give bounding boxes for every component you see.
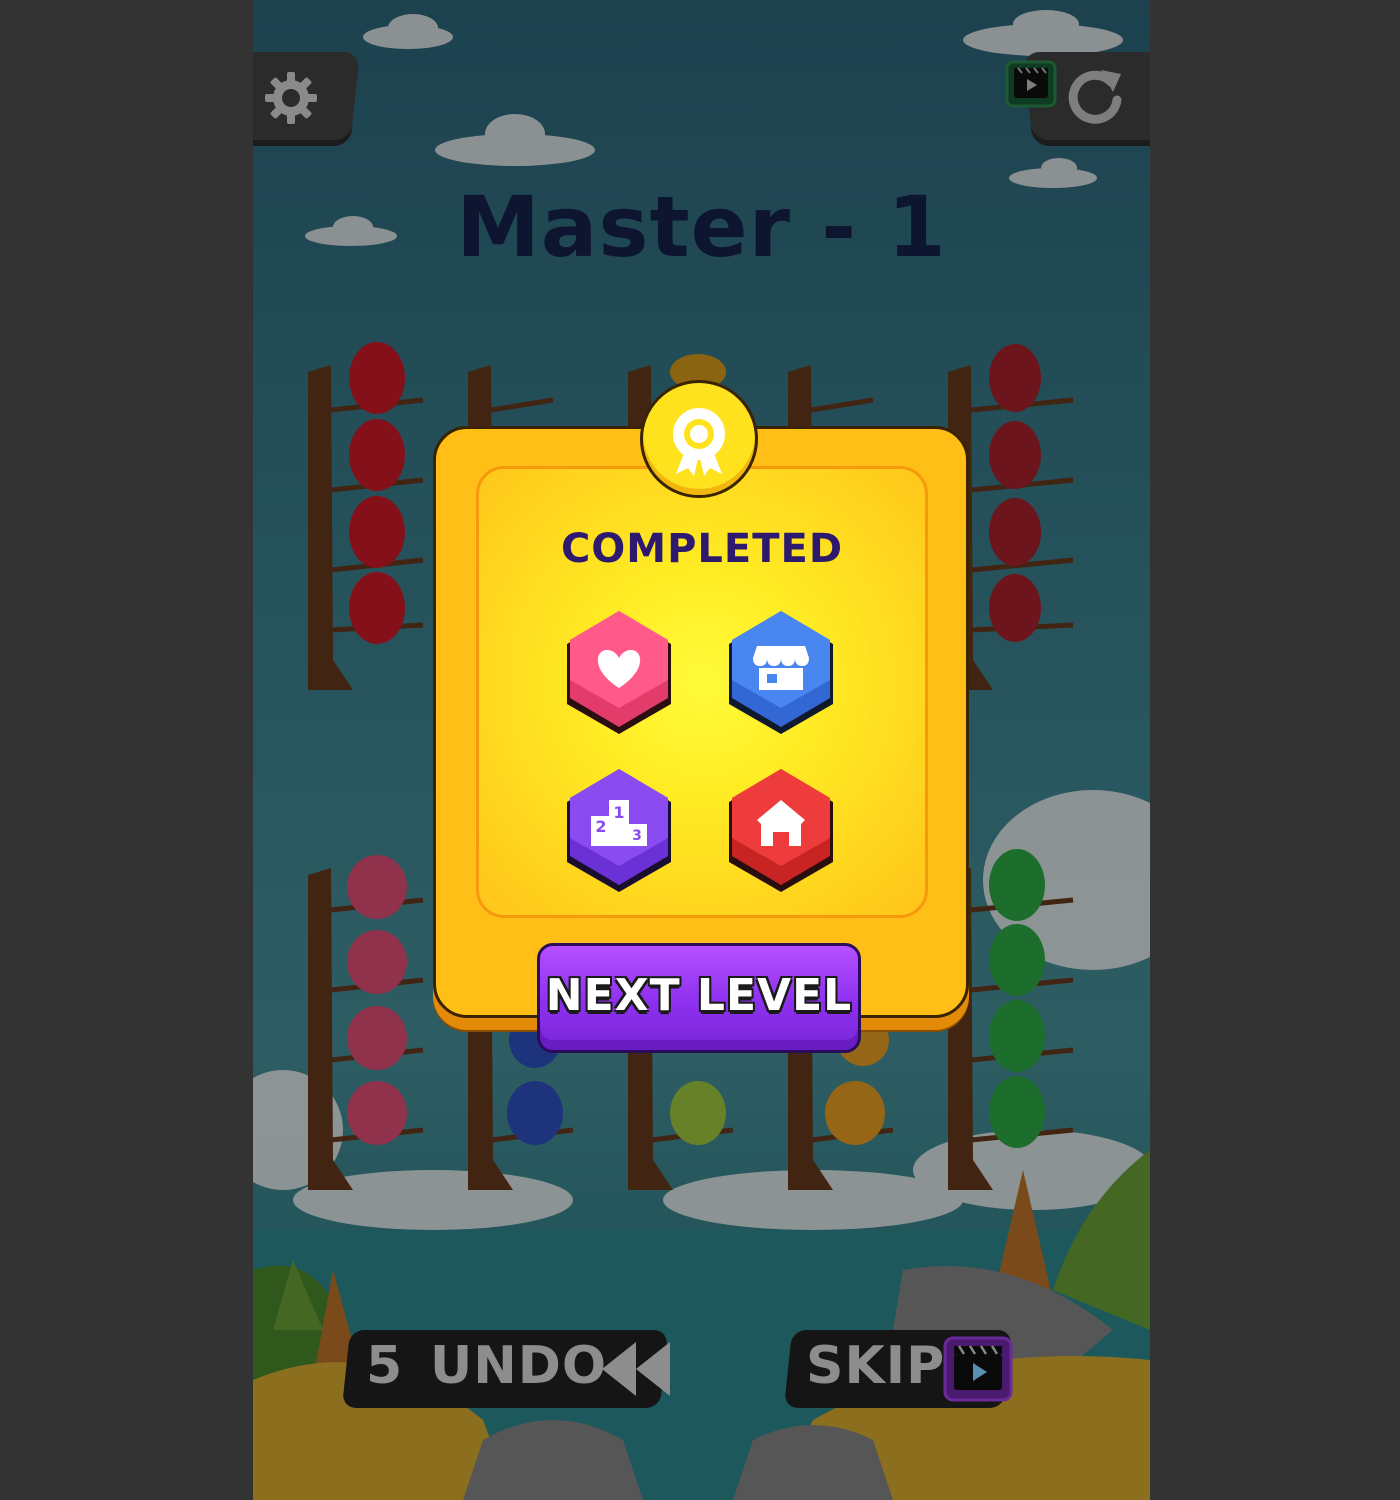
clapperboard-play-icon [943,1336,1013,1402]
like-button[interactable] [561,608,677,740]
completed-title: COMPLETED [560,526,844,572]
gear-icon[interactable] [261,68,321,128]
undo-count: 5 [366,1336,403,1396]
svg-text:1: 1 [613,803,624,822]
next-level-button[interactable]: NEXT LEVEL [537,943,861,1053]
next-level-label: NEXT LEVEL [545,970,853,1021]
award-ribbon-icon [673,408,725,476]
skip-label: SKIP [806,1336,946,1396]
restart-icon[interactable] [1065,66,1127,128]
clapperboard-play-icon[interactable] [1005,60,1057,108]
level-title: Master - 1 [456,178,947,276]
home-button[interactable] [723,766,839,898]
svg-text:3: 3 [632,828,642,844]
undo-label: UNDO [430,1336,608,1396]
shop-button[interactable] [723,608,839,740]
rewind-icon [602,1342,670,1396]
leaderboard-button[interactable]: 1 2 3 [561,766,677,898]
shop-icon [753,646,809,690]
svg-text:2: 2 [595,817,606,836]
